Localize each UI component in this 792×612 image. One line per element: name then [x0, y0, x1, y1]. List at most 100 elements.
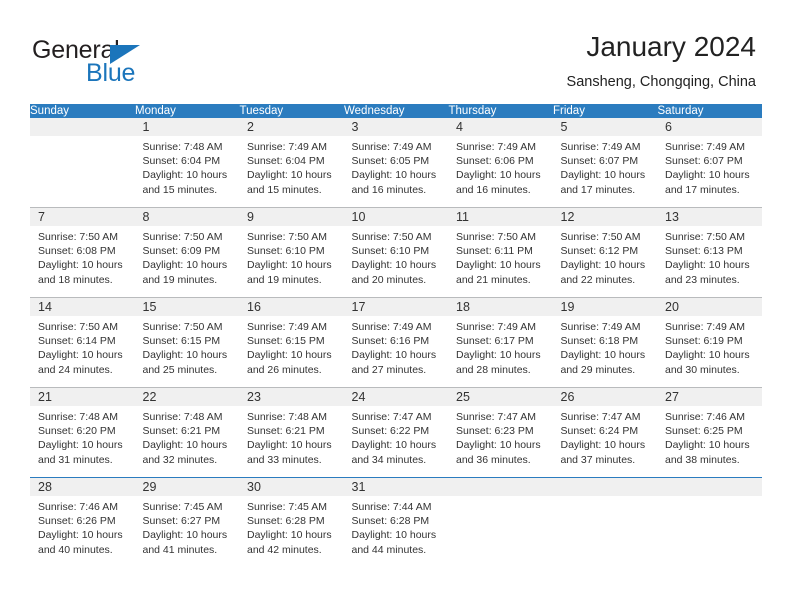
calendar-day-cell[interactable]: 28 Sunrise: 7:46 AM Sunset: 6:26 PM Dayligh… [30, 478, 135, 567]
calendar-day-cell[interactable]: 1 Sunrise: 7:48 AM Sunset: 6:04 PM Daylight… [134, 118, 239, 207]
sunset-text: Sunset: 6:10 PM [351, 245, 430, 258]
day-number: 27 [657, 388, 762, 406]
calendar-day-cell[interactable]: 5 Sunrise: 7:49 AM Sunset: 6:07 PM Daylight… [552, 118, 657, 207]
calendar-week-row: 28 Sunrise: 7:46 AM Sunset: 6:26 PM Dayligh… [30, 477, 762, 567]
calendar-day-cell[interactable]: 2 Sunrise: 7:49 AM Sunset: 6:04 PM Daylight… [239, 118, 344, 207]
calendar-day-cell[interactable]: 21 Sunrise: 7:48 AM Sunset: 6:20 PM Dayligh… [30, 388, 135, 477]
day-number: 16 [239, 298, 344, 316]
daylight-text-line2: and 20 minutes. [351, 273, 427, 286]
sunset-text: Sunset: 6:11 PM [456, 245, 533, 258]
daylight-text-line1: Daylight: 10 hours [142, 439, 228, 452]
sunset-text: Sunset: 6:21 PM [142, 425, 221, 438]
calendar-day-cell[interactable]: 13 Sunrise: 7:50 AM Sunset: 6:13 PM Dayligh… [657, 208, 762, 297]
calendar-day-cell[interactable]: 18 Sunrise: 7:49 AM Sunset: 6:17 PM Dayligh… [448, 298, 553, 387]
daylight-text-line1: Daylight: 10 hours [247, 169, 332, 182]
location-subtitle: Sansheng, Chongqing, China [566, 74, 756, 90]
sunrise-text: Sunrise: 7:47 AM [560, 411, 641, 423]
daylight-text-line1: Daylight: 10 hours [142, 259, 228, 272]
daylight-text-line2: and 17 minutes. [665, 183, 740, 196]
calendar-day-cell[interactable]: 20 Sunrise: 7:49 AM Sunset: 6:19 PM Dayligh… [657, 298, 762, 387]
sunset-text: Sunset: 6:27 PM [142, 515, 221, 528]
day-details: Sunrise: 7:50 AM Sunset: 6:14 PM Daylight:… [30, 316, 135, 377]
calendar-day-cell[interactable]: 3 Sunrise: 7:49 AM Sunset: 6:05 PM Daylight… [343, 118, 448, 207]
daylight-text-line2: and 24 minutes. [38, 363, 113, 376]
calendar-day-cell-empty [657, 478, 762, 567]
day-details: Sunrise: 7:49 AM Sunset: 6:19 PM Daylight:… [657, 316, 762, 377]
sunrise-text: Sunrise: 7:49 AM [247, 321, 327, 333]
daylight-text-line2: and 18 minutes. [38, 273, 113, 286]
sunrise-text: Sunrise: 7:50 AM [142, 321, 223, 333]
calendar-day-cell[interactable]: 22 Sunrise: 7:48 AM Sunset: 6:21 PM Dayligh… [134, 388, 239, 477]
day-number: 4 [448, 118, 553, 136]
sunset-text: Sunset: 6:15 PM [247, 335, 325, 348]
weekday-header-thursday: Thursday [448, 104, 553, 118]
daylight-text-line2: and 26 minutes. [247, 363, 322, 376]
sunset-text: Sunset: 6:16 PM [351, 335, 430, 348]
calendar-day-cell[interactable]: 6 Sunrise: 7:49 AM Sunset: 6:07 PM Daylight… [657, 118, 762, 207]
calendar-week-row: 1 Sunrise: 7:48 AM Sunset: 6:04 PM Daylight… [30, 118, 762, 208]
weekday-header-row: Sunday Monday Tuesday Wednesday Thursday… [30, 104, 762, 118]
daylight-text-line2: and 36 minutes. [456, 453, 531, 466]
day-number: 28 [30, 478, 135, 496]
calendar-day-cell[interactable]: 8 Sunrise: 7:50 AM Sunset: 6:09 PM Daylight… [134, 208, 240, 297]
day-number: 7 [30, 208, 135, 226]
calendar-day-cell[interactable]: 30 Sunrise: 7:45 AM Sunset: 6:28 PM Dayligh… [239, 478, 344, 567]
daylight-text-line1: Daylight: 10 hours [351, 259, 437, 272]
weekday-header-tuesday: Tuesday [239, 104, 344, 118]
day-number: 13 [657, 208, 762, 226]
weekday-header-saturday: Saturday [657, 104, 762, 118]
calendar-day-cell-empty [30, 118, 135, 207]
calendar-day-cell[interactable]: 23 Sunrise: 7:48 AM Sunset: 6:21 PM Dayligh… [239, 388, 344, 477]
calendar-day-cell[interactable]: 10 Sunrise: 7:50 AM Sunset: 6:10 PM Dayligh… [343, 208, 448, 297]
sunset-text: Sunset: 6:07 PM [665, 155, 743, 168]
calendar-day-cell[interactable]: 16 Sunrise: 7:49 AM Sunset: 6:15 PM Dayligh… [239, 298, 344, 387]
calendar-day-cell[interactable]: 11 Sunrise: 7:50 AM Sunset: 6:11 PM Dayligh… [448, 208, 553, 297]
sunrise-text: Sunrise: 7:48 AM [38, 411, 118, 423]
calendar-day-cell[interactable]: 15 Sunrise: 7:50 AM Sunset: 6:15 PM Dayligh… [134, 298, 240, 387]
calendar-day-cell[interactable]: 19 Sunrise: 7:49 AM Sunset: 6:18 PM Dayligh… [552, 298, 657, 387]
sunrise-text: Sunrise: 7:49 AM [351, 321, 432, 333]
daylight-text-line2: and 44 minutes. [351, 543, 427, 556]
day-number: 26 [552, 388, 657, 406]
day-number: 14 [30, 298, 135, 316]
sunrise-text: Sunrise: 7:47 AM [351, 411, 432, 423]
daylight-text-line1: Daylight: 10 hours [456, 439, 541, 452]
calendar-day-cell[interactable]: 7 Sunrise: 7:50 AM Sunset: 6:08 PM Daylight… [30, 208, 135, 297]
sunset-text: Sunset: 6:12 PM [560, 245, 639, 258]
day-details: Sunrise: 7:50 AM Sunset: 6:11 PM Daylight:… [448, 226, 553, 287]
calendar-day-cell[interactable]: 14 Sunrise: 7:50 AM Sunset: 6:14 PM Dayligh… [30, 298, 135, 387]
daylight-text-line2: and 21 minutes. [456, 273, 531, 286]
sunrise-text: Sunrise: 7:49 AM [560, 321, 641, 333]
day-number: 19 [552, 298, 657, 316]
day-details: Sunrise: 7:47 AM Sunset: 6:22 PM Daylight:… [344, 406, 449, 467]
calendar-day-cell[interactable]: 4 Sunrise: 7:49 AM Sunset: 6:06 PM Daylight… [448, 118, 553, 207]
calendar-day-cell[interactable]: 17 Sunrise: 7:49 AM Sunset: 6:16 PM Dayligh… [343, 298, 448, 387]
calendar-day-cell[interactable]: 27 Sunrise: 7:46 AM Sunset: 6:25 PM Dayligh… [657, 388, 762, 477]
calendar-day-cell[interactable]: 29 Sunrise: 7:45 AM Sunset: 6:27 PM Dayligh… [134, 478, 239, 567]
day-details: Sunrise: 7:50 AM Sunset: 6:09 PM Daylight:… [135, 226, 240, 287]
daylight-text-line1: Daylight: 10 hours [247, 259, 332, 272]
daylight-text-line2: and 32 minutes. [142, 453, 218, 466]
page-title: January 2024 [586, 31, 756, 62]
day-details: Sunrise: 7:50 AM Sunset: 6:10 PM Daylight:… [239, 226, 344, 287]
day-number [657, 478, 762, 496]
sunset-text: Sunset: 6:15 PM [142, 335, 221, 348]
calendar-day-cell[interactable]: 26 Sunrise: 7:47 AM Sunset: 6:24 PM Dayligh… [552, 388, 657, 477]
daylight-text-line1: Daylight: 10 hours [142, 169, 228, 182]
logo-text-blue: Blue [86, 59, 136, 87]
day-details: Sunrise: 7:50 AM Sunset: 6:15 PM Daylight:… [135, 316, 240, 377]
calendar-page: General Blue January 2024 Sansheng, Chon… [0, 0, 792, 612]
calendar-day-cell[interactable]: 31 Sunrise: 7:44 AM Sunset: 6:28 PM Dayligh… [343, 478, 448, 567]
daylight-text-line1: Daylight: 10 hours [351, 439, 437, 452]
sunset-text: Sunset: 6:07 PM [560, 155, 639, 168]
calendar-day-cell[interactable]: 24 Sunrise: 7:47 AM Sunset: 6:22 PM Dayligh… [343, 388, 449, 477]
sunset-text: Sunset: 6:19 PM [665, 335, 743, 348]
day-details: Sunrise: 7:49 AM Sunset: 6:07 PM Daylight:… [657, 136, 762, 197]
sunset-text: Sunset: 6:05 PM [351, 155, 430, 168]
daylight-text-line1: Daylight: 10 hours [456, 349, 541, 362]
calendar-day-cell-empty [448, 478, 553, 567]
calendar-day-cell[interactable]: 12 Sunrise: 7:50 AM Sunset: 6:12 PM Dayligh… [552, 208, 657, 297]
calendar-day-cell[interactable]: 25 Sunrise: 7:47 AM Sunset: 6:23 PM Dayligh… [448, 388, 553, 477]
calendar-day-cell[interactable]: 9 Sunrise: 7:50 AM Sunset: 6:10 PM Daylight… [239, 208, 344, 297]
day-number: 12 [552, 208, 657, 226]
